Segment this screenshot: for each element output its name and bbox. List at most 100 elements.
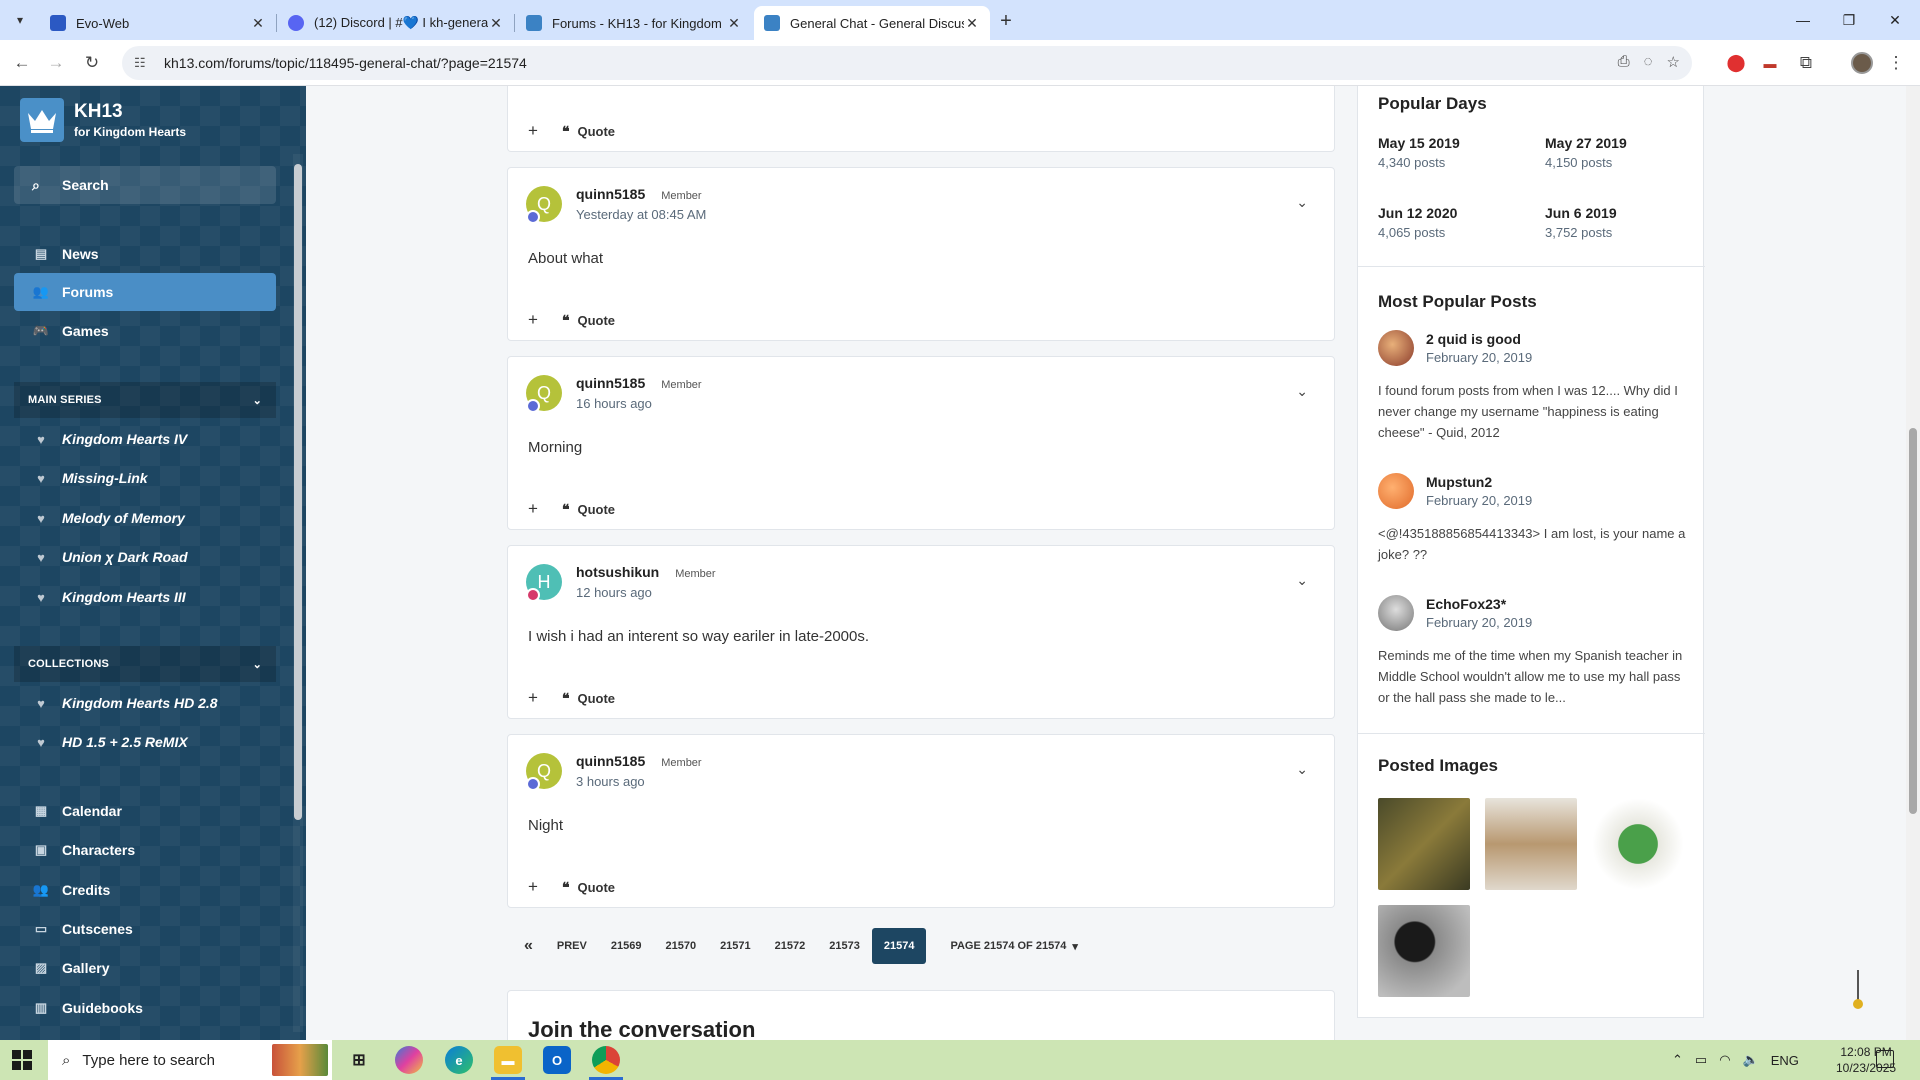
close-tab-icon[interactable]: ✕: [964, 15, 980, 32]
sidebar-item-kh4[interactable]: ♥ Kingdom Hearts IV: [14, 420, 276, 458]
tab-search-dropdown-icon[interactable]: ▾: [8, 8, 32, 32]
notification-center-icon[interactable]: [1876, 1050, 1894, 1068]
post-author[interactable]: quinn5185: [576, 186, 645, 202]
popular-post[interactable]: Mupstun2 February 20, 2019 <@!4351888568…: [1378, 473, 1688, 565]
browser-tab-forums[interactable]: Forums - KH13 - for Kingdom Hearts ✕: [516, 6, 752, 40]
sidebar-item-missing-link[interactable]: ♥ Missing-Link: [14, 459, 276, 497]
quote-button[interactable]: Quote: [577, 880, 615, 895]
post-time[interactable]: 16 hours ago: [576, 396, 702, 411]
bookmark-star-icon[interactable]: ☆: [1667, 53, 1680, 71]
back-arrow-icon[interactable]: ←: [10, 51, 34, 75]
restore-window-icon[interactable]: ❐: [1836, 8, 1862, 32]
page-link[interactable]: 21569: [599, 928, 654, 964]
page-link[interactable]: 21571: [708, 928, 763, 964]
current-page[interactable]: 21574: [871, 928, 927, 964]
browser-tab-discord[interactable]: (12) Discord | #💙 I kh-general ✕: [278, 6, 514, 40]
page-link[interactable]: 21572: [763, 928, 818, 964]
windows-start-icon[interactable]: [12, 1050, 32, 1070]
opera-extension-icon[interactable]: ⬤: [1724, 51, 1748, 75]
sidebar-item-credits[interactable]: 👥 Credits: [14, 871, 276, 909]
browser-menu-icon[interactable]: ⋮: [1884, 51, 1908, 75]
popular-day[interactable]: Jun 6 2019 3,752 posts: [1545, 205, 1617, 240]
collections-section-toggle[interactable]: COLLECTIONS ⌄: [14, 646, 276, 682]
copilot-icon[interactable]: [395, 1046, 423, 1074]
add-reaction-icon[interactable]: +: [528, 877, 538, 897]
close-window-icon[interactable]: ✕: [1882, 8, 1908, 32]
sidebar-item-cutscenes[interactable]: ▭ Cutscenes: [14, 910, 276, 948]
page-jump-dropdown[interactable]: PAGE 21574 OF 21574 ▾: [926, 928, 1090, 964]
sidebar-item-kh3[interactable]: ♥ Kingdom Hearts III: [14, 578, 276, 616]
sidebar-scrollbar[interactable]: [293, 154, 303, 1032]
profile-avatar[interactable]: [1851, 52, 1873, 74]
posted-image-thumbnail[interactable]: [1485, 798, 1577, 890]
sidebar-item-forums[interactable]: 👥 Forums: [14, 273, 276, 311]
chevron-up-icon[interactable]: ⌃: [1672, 1052, 1683, 1068]
user-avatar[interactable]: [1378, 330, 1414, 366]
sidebar-item-guidebooks[interactable]: ▥ Guidebooks: [14, 989, 276, 1027]
eye-slash-icon[interactable]: ◌: [1644, 53, 1653, 71]
sidebar-item-union-x[interactable]: ♥ Union χ Dark Road: [14, 538, 276, 576]
sidebar-item-melody-of-memory[interactable]: ♥ Melody of Memory: [14, 499, 276, 537]
add-reaction-icon[interactable]: +: [528, 499, 538, 519]
site-logo[interactable]: KH13 for Kingdom Hearts: [20, 98, 186, 142]
popular-post[interactable]: 2 quid is good February 20, 2019 I found…: [1378, 330, 1688, 443]
chevron-down-icon[interactable]: ⌄: [1296, 383, 1308, 400]
extension-icon[interactable]: ▬: [1758, 51, 1782, 75]
taskbar-search[interactable]: ⌕ Type here to search: [48, 1040, 332, 1080]
user-avatar[interactable]: H: [526, 564, 562, 602]
quote-button[interactable]: Quote: [577, 691, 615, 706]
page-scrollbar-thumb[interactable]: [1909, 428, 1917, 814]
sidebar-item-characters[interactable]: ▣ Characters: [14, 831, 276, 869]
sidebar-item-hd-15-25[interactable]: ♥ HD 1.5 + 2.5 ReMIX: [14, 723, 276, 761]
post-author[interactable]: quinn5185: [576, 375, 645, 391]
sidebar-item-gallery[interactable]: ▨ Gallery: [14, 949, 276, 987]
main-series-section-toggle[interactable]: MAIN SERIES ⌄: [14, 382, 276, 418]
quote-button[interactable]: Quote: [577, 124, 615, 139]
user-avatar[interactable]: Q: [526, 375, 562, 413]
sidebar-item-calendar[interactable]: ▦ Calendar: [14, 792, 276, 830]
page-link[interactable]: 21573: [817, 928, 872, 964]
user-avatar[interactable]: [1378, 595, 1414, 631]
first-page-button[interactable]: «: [512, 928, 545, 964]
site-settings-icon[interactable]: ☷: [134, 55, 154, 71]
posted-image-thumbnail[interactable]: [1378, 798, 1470, 890]
add-reaction-icon[interactable]: +: [528, 688, 538, 708]
post-time[interactable]: Yesterday at 08:45 AM: [576, 207, 706, 222]
wifi-icon[interactable]: ◠: [1719, 1052, 1730, 1068]
chrome-icon[interactable]: [592, 1046, 620, 1074]
page-link[interactable]: 21570: [653, 928, 708, 964]
posted-image-thumbnail[interactable]: [1378, 905, 1470, 997]
chevron-down-icon[interactable]: ⌄: [1296, 761, 1308, 778]
sidebar-item-kh-hd-28[interactable]: ♥ Kingdom Hearts HD 2.8: [14, 684, 276, 722]
scroll-to-top-icon[interactable]: [1852, 968, 1864, 1012]
popular-post-author[interactable]: 2 quid is good: [1426, 331, 1532, 347]
popular-day[interactable]: Jun 12 2020 4,065 posts: [1378, 205, 1457, 240]
network-icon[interactable]: ▭: [1695, 1052, 1707, 1068]
post-author[interactable]: hotsushikun: [576, 564, 659, 580]
add-reaction-icon[interactable]: +: [528, 121, 538, 141]
file-explorer-icon[interactable]: ▬: [494, 1046, 522, 1074]
browser-tab-evo-web[interactable]: Evo-Web ✕: [40, 6, 276, 40]
edge-icon[interactable]: e: [445, 1046, 473, 1074]
install-app-icon[interactable]: ⎙: [1618, 53, 1630, 71]
close-tab-icon[interactable]: ✕: [250, 15, 266, 32]
add-reaction-icon[interactable]: +: [528, 310, 538, 330]
popular-day[interactable]: May 15 2019 4,340 posts: [1378, 135, 1460, 170]
sidebar-search[interactable]: ⌕ Search: [14, 166, 276, 204]
posted-image-thumbnail[interactable]: [1592, 798, 1684, 890]
page-scrollbar[interactable]: [1906, 86, 1920, 1040]
quote-button[interactable]: Quote: [577, 502, 615, 517]
volume-icon[interactable]: 🔈: [1743, 1052, 1759, 1068]
chevron-down-icon[interactable]: ⌄: [1296, 194, 1308, 211]
prev-page-button[interactable]: PREV: [545, 928, 599, 964]
popular-day[interactable]: May 27 2019 4,150 posts: [1545, 135, 1627, 170]
forward-arrow-icon[interactable]: →: [44, 51, 68, 75]
task-view-icon[interactable]: ⊞: [345, 1046, 373, 1074]
minimize-window-icon[interactable]: —: [1790, 8, 1816, 32]
language-indicator[interactable]: ENG: [1771, 1053, 1799, 1068]
user-avatar[interactable]: [1378, 473, 1414, 509]
close-tab-icon[interactable]: ✕: [488, 15, 504, 32]
user-avatar[interactable]: Q: [526, 753, 562, 791]
reload-icon[interactable]: ↻: [80, 51, 104, 75]
post-time[interactable]: 3 hours ago: [576, 774, 702, 789]
